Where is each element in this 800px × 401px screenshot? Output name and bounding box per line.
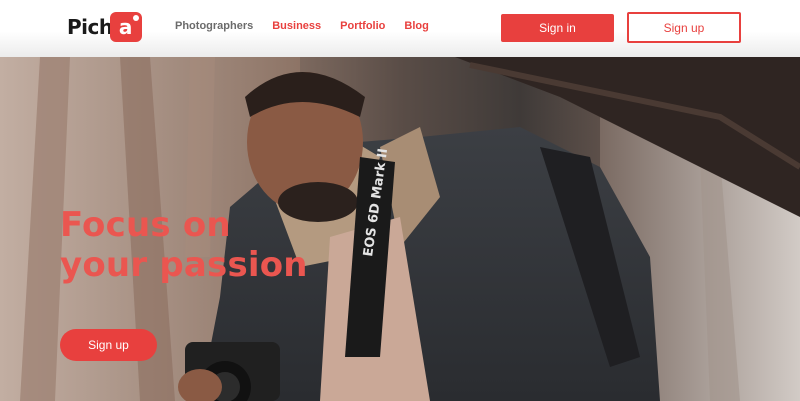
logo-text: Pich bbox=[67, 15, 113, 39]
logo-badge: a bbox=[109, 12, 142, 42]
sign-up-button[interactable]: Sign up bbox=[627, 12, 741, 43]
hero-sign-up-button[interactable]: Sign up bbox=[60, 329, 157, 361]
nav-link-photographers[interactable]: Photographers bbox=[175, 20, 253, 32]
hero-headline: Focus on your passion bbox=[60, 205, 380, 285]
site-header: Pich a Photographers Business Portfolio … bbox=[0, 0, 800, 57]
logo-badge-letter: a bbox=[118, 15, 133, 39]
main-nav: Photographers Business Portfolio Blog bbox=[175, 20, 448, 32]
logo-dot-icon bbox=[132, 15, 139, 21]
nav-link-portfolio[interactable]: Portfolio bbox=[340, 20, 385, 32]
hero-headline-line2: your passion bbox=[60, 245, 308, 285]
nav-link-business[interactable]: Business bbox=[272, 20, 321, 32]
hero-headline-line1: Focus on bbox=[60, 205, 231, 245]
sign-in-button[interactable]: Sign in bbox=[501, 14, 614, 42]
hero-section: EOS 6D Mark II Focus on your passion Sig… bbox=[0, 57, 800, 401]
nav-link-blog[interactable]: Blog bbox=[404, 20, 428, 32]
picha-logo[interactable]: Pich a bbox=[67, 12, 142, 42]
